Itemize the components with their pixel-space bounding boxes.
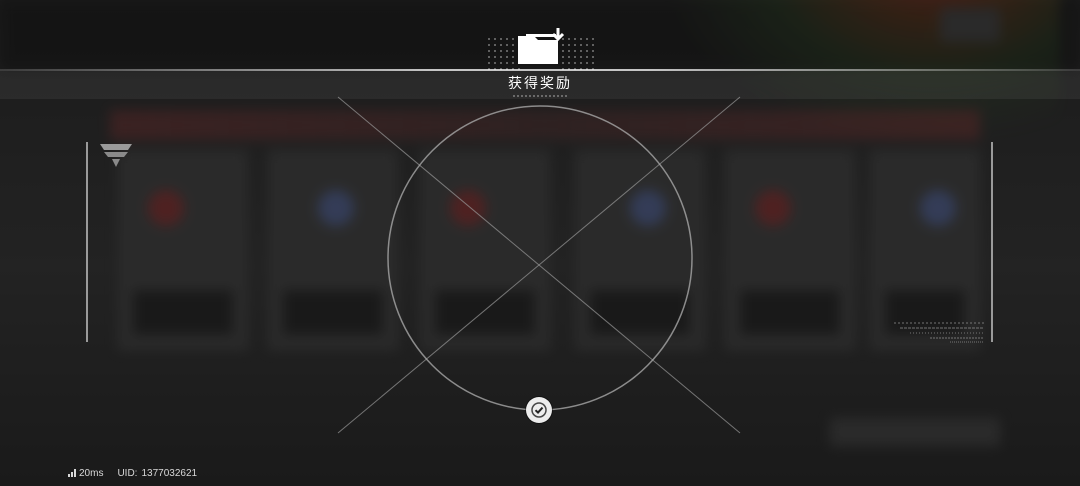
frame-right-bracket (991, 142, 993, 342)
signal-icon (68, 469, 76, 477)
title-underline (512, 95, 568, 97)
emblem-icon (100, 144, 132, 167)
uid-label: UID: (117, 467, 138, 479)
confirm-button[interactable] (526, 397, 552, 423)
ping-text: 20ms (79, 467, 104, 479)
decorative-micro-text (894, 322, 984, 343)
dialog-title: 获得奖励 (508, 75, 572, 91)
uid-value: 1377032621 (141, 467, 198, 479)
header-divider (0, 69, 1080, 71)
checkmark-icon (531, 402, 547, 418)
frame-left-bracket (86, 142, 88, 342)
status-bar: 20ms UID: 1377032621 (68, 466, 197, 480)
reward-folder-icon (518, 28, 565, 64)
reward-screen: 获得奖励 20ms UID: 1377032621 (0, 0, 1080, 486)
